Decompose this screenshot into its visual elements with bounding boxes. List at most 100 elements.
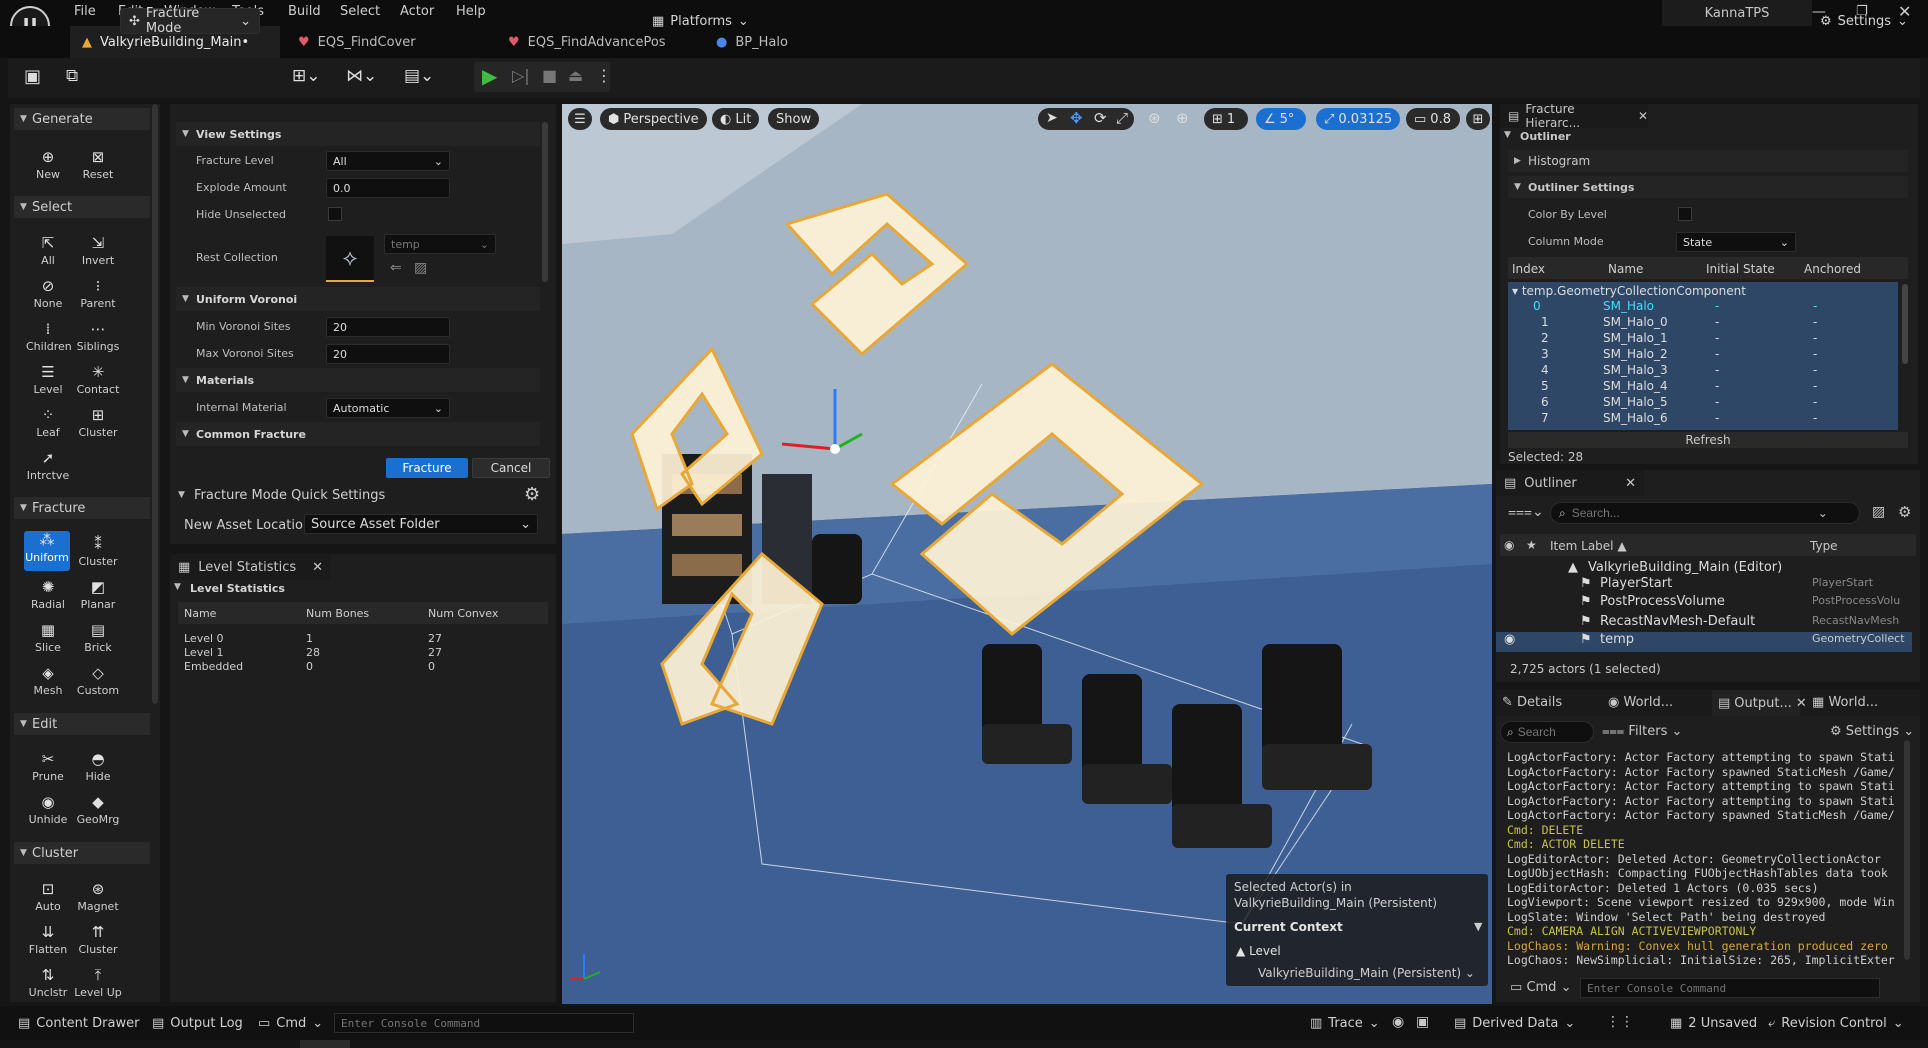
fracture-button[interactable]: Fracture [386, 458, 468, 478]
save-icon[interactable]: ▣ [24, 66, 41, 87]
scale-tool-icon[interactable]: ⤢ [1116, 109, 1128, 127]
level-statistics-section[interactable]: ▼ Level Statistics [174, 582, 285, 595]
menu-build[interactable]: Build [288, 4, 321, 19]
table-row[interactable]: 6 SM_Halo_5 - - [1509, 395, 1899, 411]
common-fracture-section[interactable]: ▼ Common Fracture [176, 422, 540, 446]
col-num-bones[interactable]: Num Bones [306, 607, 369, 620]
grid-snap-button[interactable]: ⊞ 1 [1204, 108, 1248, 130]
col-anchored[interactable]: Anchored [1804, 262, 1861, 276]
tool-flatten[interactable]: ⇊ Flatten [26, 923, 70, 956]
level-viewport[interactable] [562, 104, 1492, 1004]
camera-speed-button[interactable]: ▭ 0.8 [1406, 108, 1460, 130]
use-selected-icon[interactable]: ⇐ [390, 260, 402, 276]
tool-cluster-select[interactable]: ⊞ Cluster [76, 406, 120, 439]
settings-button[interactable]: ⚙ Settings ⌄ [1812, 8, 1916, 34]
fracture-level-dropdown[interactable]: All ⌄ [326, 151, 450, 171]
tool-mesh[interactable]: ◈ Mesh [26, 664, 70, 697]
cinematics-icon[interactable]: ▤⌄ [404, 66, 434, 86]
platforms-button[interactable]: ▦ Platforms ⌄ [644, 8, 750, 34]
component-row[interactable]: ▾ temp.GeometryCollectionComponent [1512, 284, 1746, 298]
rest-collection-thumbnail[interactable]: ⟡ [326, 236, 374, 282]
rotate-tool-icon[interactable]: ⟳ [1094, 109, 1107, 127]
show-button[interactable]: Show [768, 108, 820, 130]
table-row[interactable]: 5 SM_Halo_4 - - [1509, 379, 1899, 395]
hierarchy-scrollbar[interactable] [1902, 284, 1908, 364]
source-control-icon[interactable]: ⋮⋮ [1606, 1014, 1634, 1030]
new-asset-location-dropdown[interactable]: Source Asset Folder ⌄ [304, 514, 538, 534]
group-generate[interactable]: ▼ Generate [14, 108, 150, 130]
tool-select-all[interactable]: ⇱ All [26, 234, 70, 267]
col-type[interactable]: Type [1810, 539, 1838, 553]
tab-world-settings[interactable]: ◉ World... [1608, 695, 1673, 710]
tool-hide[interactable]: ◓ Hide [76, 750, 120, 783]
lit-button[interactable]: ◐ Lit [712, 108, 760, 130]
menu-file[interactable]: File [74, 4, 96, 19]
visibility-icon[interactable]: ◉ [1504, 538, 1514, 552]
max-voronoi-input[interactable]: 20 [326, 344, 450, 364]
tool-slice[interactable]: ▦ Slice [26, 621, 70, 654]
viewport-menu-button[interactable]: ☰ [568, 108, 592, 130]
tool-children[interactable]: ⁞ Children [26, 320, 72, 353]
output-settings-button[interactable]: ⚙ Settings ⌄ [1830, 724, 1914, 739]
gear-icon[interactable]: ⚙ [1898, 503, 1911, 521]
perspective-button[interactable]: ⬢ Perspective [600, 108, 707, 130]
tool-magnet[interactable]: ⊛ Magnet [76, 880, 120, 913]
step-icon[interactable]: ▷| [512, 66, 530, 85]
menu-help[interactable]: Help [456, 4, 486, 19]
content-drawer-button[interactable]: ▤ Content Drawer [18, 1009, 139, 1037]
revision-control-button[interactable]: ⤶ Revision Control ⌄ [1768, 1009, 1904, 1037]
record-icon[interactable]: ◉ [1392, 1014, 1404, 1030]
menu-actor[interactable]: Actor [400, 4, 434, 19]
close-tab-icon[interactable]: ✕ [1638, 109, 1648, 123]
level-context-dropdown[interactable]: ValkyrieBuilding_Main (Persistent) ⌄ [1258, 966, 1475, 980]
table-row[interactable]: 2 SM_Halo_1 - - [1509, 331, 1899, 347]
col-initial-state[interactable]: Initial State [1706, 262, 1775, 276]
filters-button[interactable]: ⩶ Filters ⌄ [1602, 724, 1682, 739]
hide-unselected-checkbox[interactable] [328, 207, 342, 221]
favorite-icon[interactable]: ★ [1526, 538, 1537, 552]
viewport-layout-button[interactable]: ⊞ [1466, 108, 1490, 130]
play-icon[interactable]: ▶ [482, 64, 497, 88]
chevron-down-icon[interactable]: ▼ [1474, 920, 1482, 933]
tool-custom[interactable]: ◇ Custom [76, 664, 120, 697]
tool-new[interactable]: ⊕ New [26, 148, 70, 181]
close-tab-icon[interactable]: ✕ [312, 560, 323, 575]
list-item[interactable]: ⚑ RecastNavMesh-Default RecastNavMesh [1496, 614, 1912, 634]
tool-auto-cluster[interactable]: ⊡ Auto [26, 880, 70, 913]
min-voronoi-input[interactable]: 20 [326, 317, 450, 337]
tool-planar[interactable]: ◩ Planar [76, 578, 120, 611]
tool-unhide[interactable]: ◉ Unhide [26, 793, 70, 826]
menu-select[interactable]: Select [340, 4, 380, 19]
filter-icon[interactable]: ⩶⌄ [1508, 504, 1544, 520]
explode-amount-input[interactable]: 0.0 [326, 178, 450, 198]
column-mode-dropdown[interactable]: State ⌄ [1676, 232, 1796, 252]
histogram-section[interactable]: ▶ Histogram [1508, 150, 1908, 172]
derived-data-button[interactable]: ▤ Derived Data ⌄ [1454, 1009, 1575, 1037]
cmd-dropdown[interactable]: ▭ Cmd ⌄ [1510, 980, 1571, 995]
outliner-settings-section[interactable]: ▼ Outliner Settings [1508, 176, 1908, 198]
close-tab-icon[interactable]: ✕ [1796, 696, 1807, 711]
outliner-search-box[interactable]: ⌕ ⌄ [1550, 502, 1860, 524]
surface-snap-icon[interactable]: ⊛ [1148, 109, 1161, 127]
tool-level-up[interactable]: ⤒ Level Up [74, 966, 122, 999]
console-input[interactable] [1580, 978, 1880, 998]
color-by-level-checkbox[interactable] [1678, 207, 1692, 221]
tool-cluster[interactable]: ⇈ Cluster [76, 923, 120, 956]
unsaved-button[interactable]: ▦ 2 Unsaved [1670, 1009, 1757, 1037]
fracture-hierarchy-tab[interactable]: ▤ Fracture Hierarc... ✕ [1500, 102, 1648, 130]
tool-leaf[interactable]: ⁘ Leaf [26, 406, 70, 439]
tool-siblings[interactable]: ⋯ Siblings [76, 320, 120, 353]
output-scrollbar[interactable] [1904, 740, 1910, 960]
table-row[interactable]: 1 SM_Halo_0 - - [1509, 315, 1899, 331]
table-row[interactable]: 0 SM_Halo - - [1509, 299, 1899, 315]
browse-folder-icon[interactable]: ▨ [414, 260, 427, 276]
status-console-input[interactable] [334, 1013, 634, 1033]
list-item[interactable]: ◉ ⚑ temp GeometryCollect [1496, 632, 1912, 652]
tool-invert[interactable]: ⇲ Invert [76, 234, 120, 267]
rest-collection-dropdown[interactable]: temp ⌄ [384, 234, 496, 254]
scale-snap-button[interactable]: ⤢ 0.03125 [1316, 108, 1400, 130]
move-tool-icon[interactable]: ✥ [1070, 109, 1083, 127]
uniform-voronoi-section[interactable]: ▼ Uniform Voronoi [176, 287, 540, 311]
output-search-box[interactable]: ⌕ [1500, 721, 1594, 743]
stop-icon[interactable]: ■ [542, 66, 557, 85]
